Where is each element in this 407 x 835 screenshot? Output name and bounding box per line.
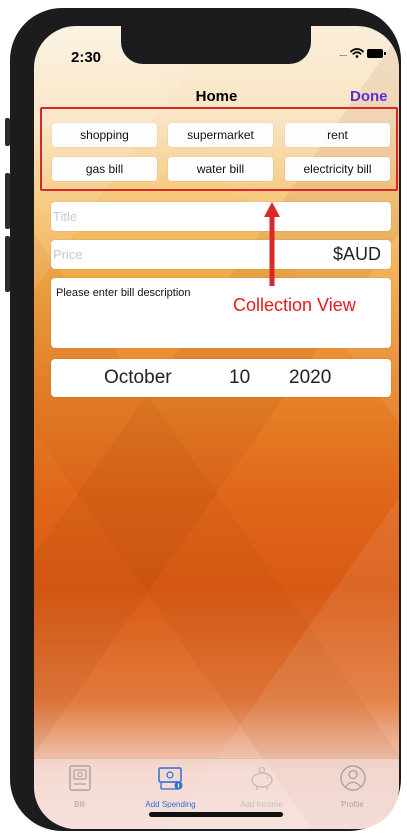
category-chip-supermarket[interactable]: supermarket [168, 123, 273, 147]
tab-profile-label: Profile [341, 800, 364, 809]
category-collection-view: shopping supermarket rent gas bill water… [40, 107, 398, 191]
date-picker[interactable]: October 10 2020 [51, 359, 391, 397]
page-title: Home [195, 88, 238, 105]
tab-bill[interactable]: Bill [34, 763, 125, 809]
cellular-signal: ..... [339, 48, 347, 58]
date-day: 10 [229, 367, 251, 388]
profile-icon [339, 765, 366, 791]
wifi-icon [349, 48, 364, 58]
add-spending-icon [157, 767, 182, 790]
tab-add-income[interactable]: Add Income [216, 763, 307, 809]
category-chip-electricity-bill[interactable]: electricity bill [285, 157, 390, 181]
app-screen: 2:30 ..... Home Done shopping supermarke… [34, 26, 399, 829]
tab-profile[interactable]: Profile [307, 763, 398, 809]
price-placeholder: Price [53, 247, 83, 262]
category-chip-water-bill[interactable]: water bill [168, 157, 273, 181]
category-chip-rent[interactable]: rent [285, 123, 390, 147]
home-indicator [149, 812, 283, 817]
bill-icon [68, 765, 91, 791]
done-button[interactable]: Done [350, 88, 388, 105]
notch [121, 26, 311, 64]
status-time: 2:30 [71, 49, 102, 66]
category-chip-gas-bill[interactable]: gas bill [52, 157, 157, 181]
description-placeholder: Please enter bill description [56, 287, 191, 299]
title-placeholder: Title [53, 209, 78, 224]
annotation-label: Collection View [233, 295, 356, 315]
annotation-arrow [264, 202, 280, 286]
battery-icon [366, 48, 386, 58]
tab-bar: Bill Add Spending Add Income Profile [34, 758, 399, 829]
category-chip-shopping[interactable]: shopping [52, 123, 157, 147]
tab-bill-label: Bill [74, 800, 85, 809]
piggy-bank-icon [250, 766, 273, 790]
currency-label: $AUD [332, 244, 381, 264]
tab-add-income-label: Add Income [240, 800, 283, 809]
tab-add-spending[interactable]: Add Spending [125, 763, 216, 809]
title-input[interactable]: Title [51, 202, 391, 231]
date-year: 2020 [289, 367, 332, 388]
phone-frame: 2:30 ..... Home Done shopping supermarke… [10, 8, 401, 831]
price-input[interactable]: Price $AUD [51, 240, 391, 269]
date-month: October [104, 367, 172, 388]
tab-add-spending-label: Add Spending [145, 800, 196, 809]
status-indicators: ..... [339, 48, 386, 58]
